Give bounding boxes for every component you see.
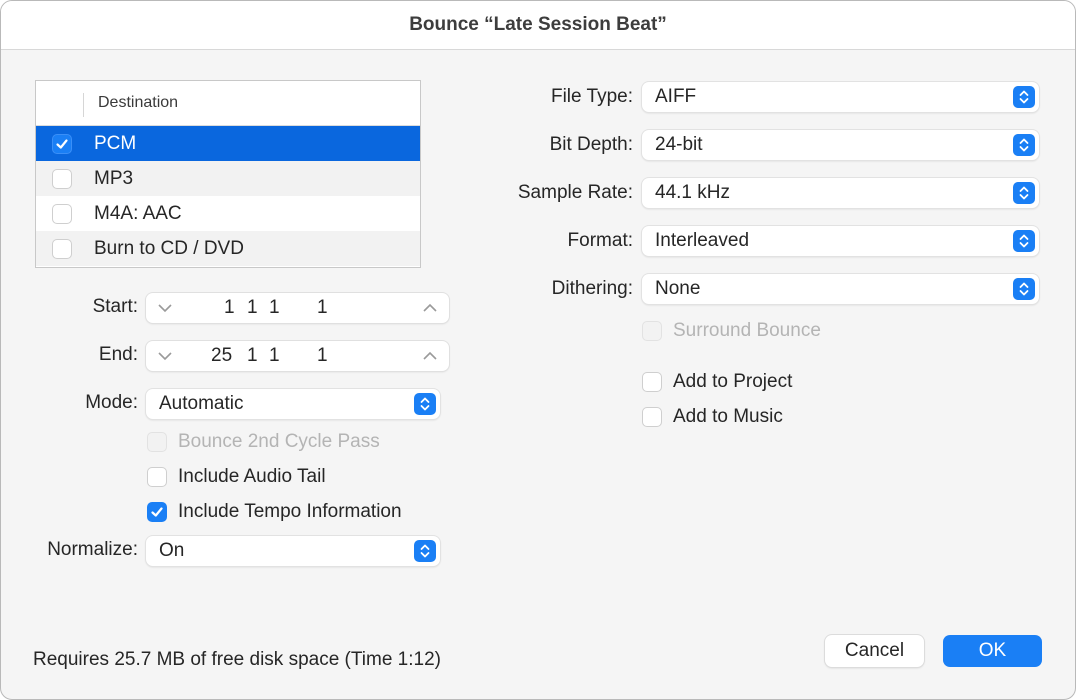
end-beat[interactable]: 1 [247, 345, 258, 367]
dithering-popup[interactable]: None [642, 274, 1039, 304]
file-type-value: AIFF [655, 86, 697, 107]
mp3-checkbox[interactable] [52, 168, 72, 189]
sample-rate-value: 44.1 kHz [655, 182, 730, 203]
dialog-title: Bounce “Late Session Beat” [409, 14, 667, 35]
end-division[interactable]: 1 [269, 345, 280, 367]
ok-button[interactable]: OK [943, 635, 1042, 667]
dithering-label: Dithering: [551, 278, 633, 299]
include-audio-tail-option[interactable]: Include Audio Tail [147, 466, 326, 488]
start-beat[interactable]: 1 [247, 297, 258, 319]
bit-depth-value: 24-bit [655, 134, 703, 155]
destination-row-burn-cd[interactable]: Burn to CD / DVD [36, 231, 420, 266]
chevron-down-icon[interactable] [156, 347, 174, 365]
destination-label: MP3 [94, 167, 134, 189]
add-to-project-label[interactable]: Add to Project [673, 371, 792, 393]
end-position-field[interactable]: 25 1 1 1 [146, 341, 449, 371]
start-position-field[interactable]: 1 1 1 1 [146, 293, 449, 323]
surround-bounce-option: Surround Bounce [642, 320, 821, 342]
add-to-music-option[interactable]: Add to Music [642, 406, 783, 428]
destination-label: M4A: AAC [94, 202, 182, 224]
chevron-up-icon[interactable] [421, 299, 439, 317]
disk-space-status: Requires 25.7 MB of free disk space (Tim… [33, 649, 441, 670]
dithering-value: None [655, 278, 701, 299]
include-tempo-checkbox[interactable] [147, 502, 167, 522]
include-tempo-label[interactable]: Include Tempo Information [178, 501, 402, 523]
up-down-arrows-icon [1013, 182, 1035, 204]
format-label: Format: [567, 230, 633, 251]
include-audio-tail-label[interactable]: Include Audio Tail [178, 466, 326, 488]
format-popup[interactable]: Interleaved [642, 226, 1039, 256]
end-label: End: [98, 344, 138, 365]
up-down-arrows-icon [1013, 134, 1035, 156]
title-bar: Bounce “Late Session Beat” [1, 1, 1075, 50]
add-to-project-option[interactable]: Add to Project [642, 371, 792, 393]
destination-row-mp3[interactable]: MP3 [36, 161, 420, 196]
format-value: Interleaved [655, 230, 750, 251]
add-to-music-label[interactable]: Add to Music [673, 406, 783, 428]
up-down-arrows-icon [414, 540, 436, 562]
bounce-2nd-cycle-label: Bounce 2nd Cycle Pass [178, 431, 380, 452]
include-audio-tail-checkbox[interactable] [147, 467, 167, 487]
checkmark-icon [151, 507, 163, 517]
sample-rate-popup[interactable]: 44.1 kHz [642, 178, 1039, 208]
sample-rate-label: Sample Rate: [517, 182, 633, 203]
bit-depth-popup[interactable]: 24-bit [642, 130, 1039, 160]
up-down-arrows-icon [414, 393, 436, 415]
surround-bounce-checkbox [642, 321, 662, 341]
normalize-value: On [159, 540, 185, 561]
column-separator [83, 93, 84, 117]
normalize-popup[interactable]: On [146, 536, 440, 566]
destination-row-pcm[interactable]: PCM [36, 126, 420, 161]
surround-bounce-label: Surround Bounce [673, 320, 821, 341]
destination-row-m4a[interactable]: M4A: AAC [36, 196, 420, 231]
bit-depth-label: Bit Depth: [549, 134, 633, 155]
chevron-down-icon[interactable] [156, 299, 174, 317]
normalize-label: Normalize: [47, 539, 138, 560]
end-bar[interactable]: 25 [211, 345, 232, 367]
mode-label: Mode: [85, 392, 138, 413]
bounce-2nd-cycle-pass-option: Bounce 2nd Cycle Pass [147, 431, 380, 453]
burn-cd-checkbox[interactable] [52, 238, 72, 259]
pcm-checkbox[interactable] [52, 133, 72, 154]
m4a-checkbox[interactable] [52, 203, 72, 224]
destination-label: PCM [94, 132, 137, 154]
file-type-label: File Type: [550, 86, 633, 107]
bounce-dialog: Bounce “Late Session Beat” Destination P… [0, 0, 1076, 700]
checkmark-icon [56, 138, 68, 149]
start-label: Start: [92, 296, 138, 317]
include-tempo-information-option[interactable]: Include Tempo Information [147, 501, 402, 523]
up-down-arrows-icon [1013, 278, 1035, 300]
cancel-button[interactable]: Cancel [825, 635, 924, 667]
mode-value: Automatic [159, 393, 244, 414]
destination-column-header[interactable]: Destination [98, 94, 178, 112]
start-bar[interactable]: 1 [224, 297, 235, 319]
start-tick[interactable]: 1 [317, 297, 328, 319]
destination-header: Destination [36, 81, 420, 126]
add-to-project-checkbox[interactable] [642, 372, 662, 392]
up-down-arrows-icon [1013, 230, 1035, 252]
end-tick[interactable]: 1 [317, 345, 328, 367]
mode-popup[interactable]: Automatic [146, 389, 440, 419]
destination-label: Burn to CD / DVD [94, 237, 244, 259]
up-down-arrows-icon [1013, 86, 1035, 108]
bounce-2nd-cycle-checkbox [147, 432, 167, 452]
start-division[interactable]: 1 [269, 297, 280, 319]
file-type-popup[interactable]: AIFF [642, 82, 1039, 112]
chevron-up-icon[interactable] [421, 347, 439, 365]
destination-table: Destination PCM MP3 M4A: AAC Burn to CD … [35, 80, 421, 268]
add-to-music-checkbox[interactable] [642, 407, 662, 427]
